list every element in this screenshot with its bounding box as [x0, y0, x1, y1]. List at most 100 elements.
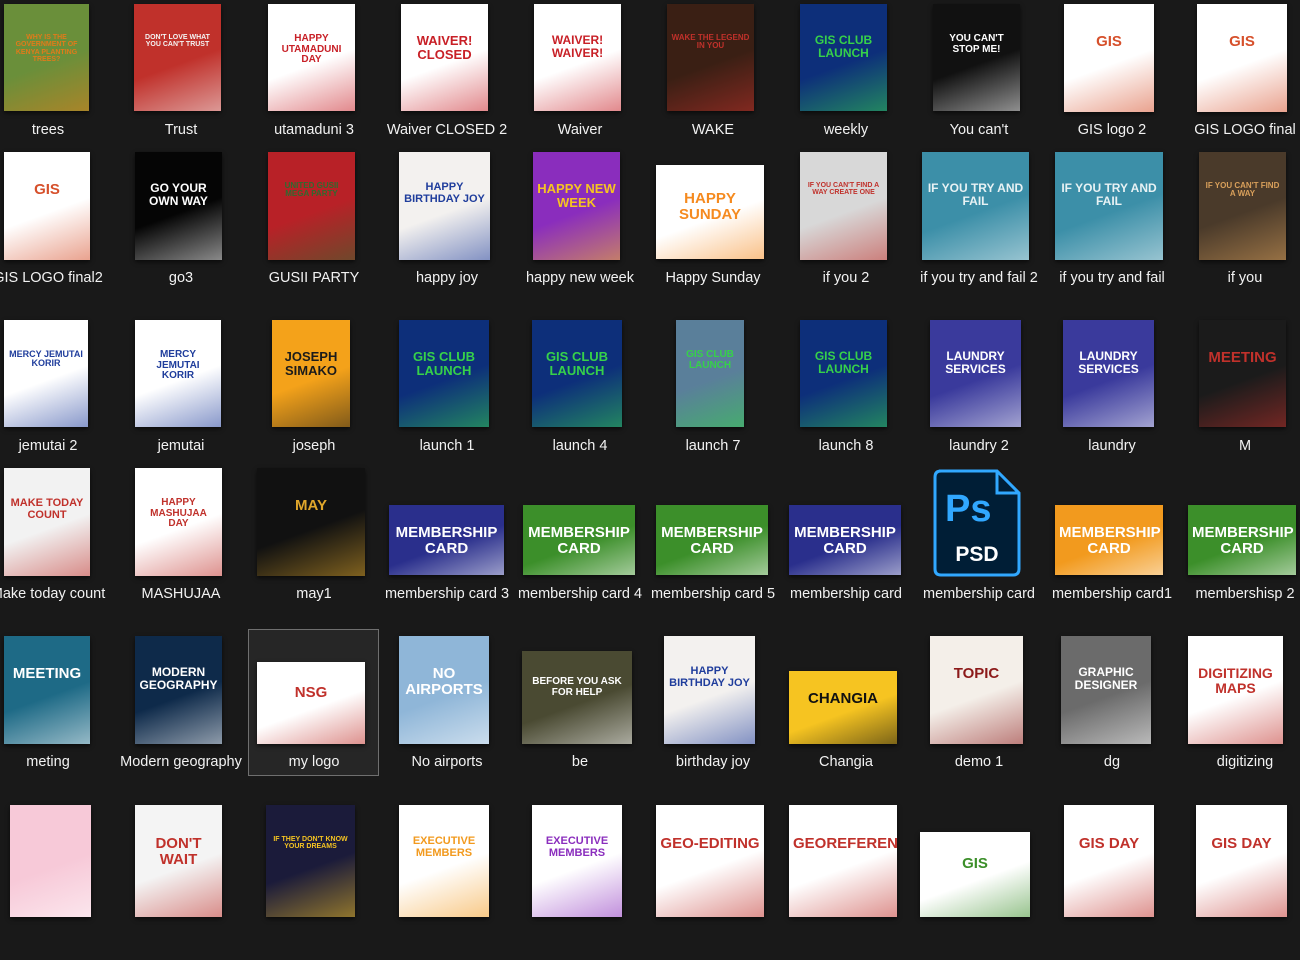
thumbnail-image: EXECUTIVE MEMBERS — [399, 805, 489, 917]
thumbnail-text: NO AIRPORTS — [405, 665, 483, 698]
file-name-label: GIS logo 2 — [1077, 122, 1147, 138]
file-name-label: No airports — [411, 754, 483, 770]
thumbnail-image: HAPPY BIRTHDAY JOY — [399, 152, 490, 260]
thumbnail-image: LAUNDRY SERVICES — [930, 320, 1021, 427]
thumbnail-image: GIS CLUB LAUNCH — [800, 4, 887, 111]
thumbnail-image: GIS — [4, 152, 90, 260]
thumbnail-image: IF THEY DON'T KNOW YOUR DREAMS — [266, 805, 355, 917]
thumbnail-image: GIS CLUB LAUNCH — [399, 320, 489, 427]
thumbnail-image: GIS — [920, 832, 1030, 917]
file-name-label: jemutai 2 — [18, 438, 78, 454]
thumbnail-image: HAPPY BIRTHDAY JOY — [664, 636, 755, 744]
thumbnail-text: GIS CLUB LAUNCH — [412, 349, 476, 378]
thumbnail-image: GIS DAY — [1064, 805, 1154, 917]
thumbnail-image: TOPIC — [930, 636, 1023, 744]
thumbnail-image: JOSEPH SIMAKO — [272, 320, 350, 427]
thumbnail-text: GIS CLUB LAUNCH — [545, 349, 609, 378]
thumbnail-image: NO AIRPORTS — [399, 636, 489, 744]
thumbnail-text: GIS — [962, 855, 988, 872]
file-name-label: jemutai — [157, 438, 205, 454]
file-name-label: Happy Sunday — [665, 270, 761, 286]
thumbnail-text: WAIVER! WAIVER! — [551, 33, 604, 60]
thumbnail-image: HAPPY UTAMADUNI DAY — [268, 4, 355, 111]
thumbnail-text: EXECUTIVE MEMBERS — [412, 835, 476, 859]
thumbnail-text: HAPPY NEW WEEK — [537, 181, 616, 210]
file-name-label: membershisp 2 — [1195, 586, 1295, 602]
thumbnail-text: WHY IS THE GOVERNMENT OF KENYA PLANTING … — [15, 34, 78, 64]
file-name-label: MASHUJAA — [141, 586, 221, 602]
thumbnail-image: HAPPY SUNDAY — [656, 165, 764, 259]
file-name-label: membership card1 — [1051, 586, 1173, 602]
file-grid: WHY IS THE GOVERNMENT OF KENYA PLANTING … — [0, 0, 1300, 917]
file-name-label: GIS LOGO final — [1194, 122, 1296, 138]
thumbnail-text: GIS DAY — [1078, 835, 1140, 852]
file-name-label: Changia — [818, 754, 873, 770]
thumbnail-image: MODERN GEOGRAPHY — [135, 636, 222, 744]
thumbnail-text: MAY — [295, 497, 327, 514]
file-name-label: meting — [26, 754, 70, 770]
file-name-label: dg — [1103, 754, 1121, 770]
thumbnail-image: CHANGIA — [789, 671, 897, 744]
file-name-label: happy joy — [415, 270, 479, 286]
thumbnail-text: GIS — [1229, 33, 1255, 50]
file-name-label: go3 — [168, 270, 194, 286]
thumbnail-image: MEMBERSHIP CARD — [789, 505, 901, 575]
thumbnail-image: IF YOU TRY AND FAIL — [922, 152, 1029, 260]
thumbnail-text: BEFORE YOU ASK FOR HELP — [532, 676, 622, 698]
file-name-label: trees — [31, 122, 65, 138]
thumbnail-text: GEO-EDITING — [660, 835, 760, 852]
thumbnail-image: MAY — [257, 468, 365, 576]
thumbnail-text: HAPPY BIRTHDAY JOY — [404, 181, 485, 205]
thumbnail-text: GIS CLUB LAUNCH — [686, 349, 734, 371]
thumbnail-image: MERCY JEMUTAI KORIR — [4, 320, 88, 427]
thumbnail-text: JOSEPH SIMAKO — [284, 349, 338, 378]
thumbnail-image: YOU CAN'T STOP ME! — [933, 4, 1020, 111]
thumbnail-text: MEETING — [1208, 349, 1277, 366]
file-name-label: Waiver — [557, 122, 603, 138]
thumbnail-image: MAKE TODAY COUNT — [4, 468, 90, 576]
thumbnail-text: MODERN GEOGRAPHY — [139, 665, 218, 692]
file-name-label: joseph — [292, 438, 336, 454]
thumbnail-text: LAUNDRY SERVICES — [945, 349, 1006, 376]
thumbnail-text: UNITED GUSII MEGA PARTY — [284, 181, 339, 199]
thumbnail-text: DON'T WAIT — [155, 835, 202, 868]
file-name-label: demo 1 — [954, 754, 1004, 770]
thumbnail-text: HAPPY UTAMADUNI DAY — [281, 33, 342, 65]
thumbnail-image: MEETING — [1199, 320, 1286, 427]
thumbnail-text: GEOREFERENCING — [793, 835, 897, 852]
thumbnail-image: UNITED GUSII MEGA PARTY — [268, 152, 355, 260]
thumbnail-text: HAPPY MASHUJAA DAY — [150, 497, 207, 529]
thumbnail-text: MEMBERSHIP CARD — [1192, 524, 1294, 557]
thumbnail-text: DIGITIZING MAPS — [1198, 665, 1273, 696]
file-name-label: if you — [1227, 270, 1263, 286]
thumbnail-image: GEOREFERENCING — [789, 805, 897, 917]
thumbnail-text: IF YOU CAN'T FIND A WAY — [1205, 181, 1280, 199]
thumbnail-text: MEMBERSHIP CARD — [661, 524, 763, 557]
thumbnail-text: GIS CLUB LAUNCH — [814, 33, 873, 60]
thumbnail-text: MEMBERSHIP CARD — [528, 524, 630, 557]
file-name-label: if you try and fail 2 — [920, 270, 1038, 286]
thumbnail-image: GIS CLUB LAUNCH — [676, 320, 744, 427]
file-name-label: GIS LOGO final2 — [0, 270, 103, 286]
file-name-label: launch 8 — [818, 438, 874, 454]
file-name-label: Modern geography — [120, 754, 242, 770]
file-name-label: if you try and fail — [1059, 270, 1165, 286]
thumbnail-image: MEMBERSHIP CARD — [1188, 505, 1296, 575]
thumbnail-image: MERCY JEMUTAI KORIR — [135, 320, 221, 427]
file-name-label: WAKE — [691, 122, 735, 138]
thumbnail-text: MERCY JEMUTAI KORIR — [9, 349, 83, 369]
thumbnail-image: WHY IS THE GOVERNMENT OF KENYA PLANTING … — [4, 4, 89, 111]
file-name-label: M — [1238, 438, 1252, 454]
thumbnail-text: WAIVER! CLOSED — [416, 33, 473, 62]
file-name-label: utamaduni 3 — [274, 122, 354, 138]
thumbnail-image: NSG — [257, 662, 365, 744]
file-name-label: laundry 2 — [949, 438, 1009, 454]
thumbnail-text: MEETING — [12, 665, 82, 682]
thumbnail-text: GIS — [1096, 33, 1122, 50]
thumbnail-image: GIS — [1197, 4, 1287, 112]
thumbnail-text: NSG — [294, 684, 328, 701]
thumbnail-image: DON'T LOVE WHAT YOU CAN'T TRUST — [134, 4, 221, 111]
file-name-label: weekly — [823, 122, 869, 138]
file-name-label: GUSII PARTY — [268, 270, 360, 286]
thumbnail-text: EXECUTIVE MEMBERS — [545, 835, 609, 859]
